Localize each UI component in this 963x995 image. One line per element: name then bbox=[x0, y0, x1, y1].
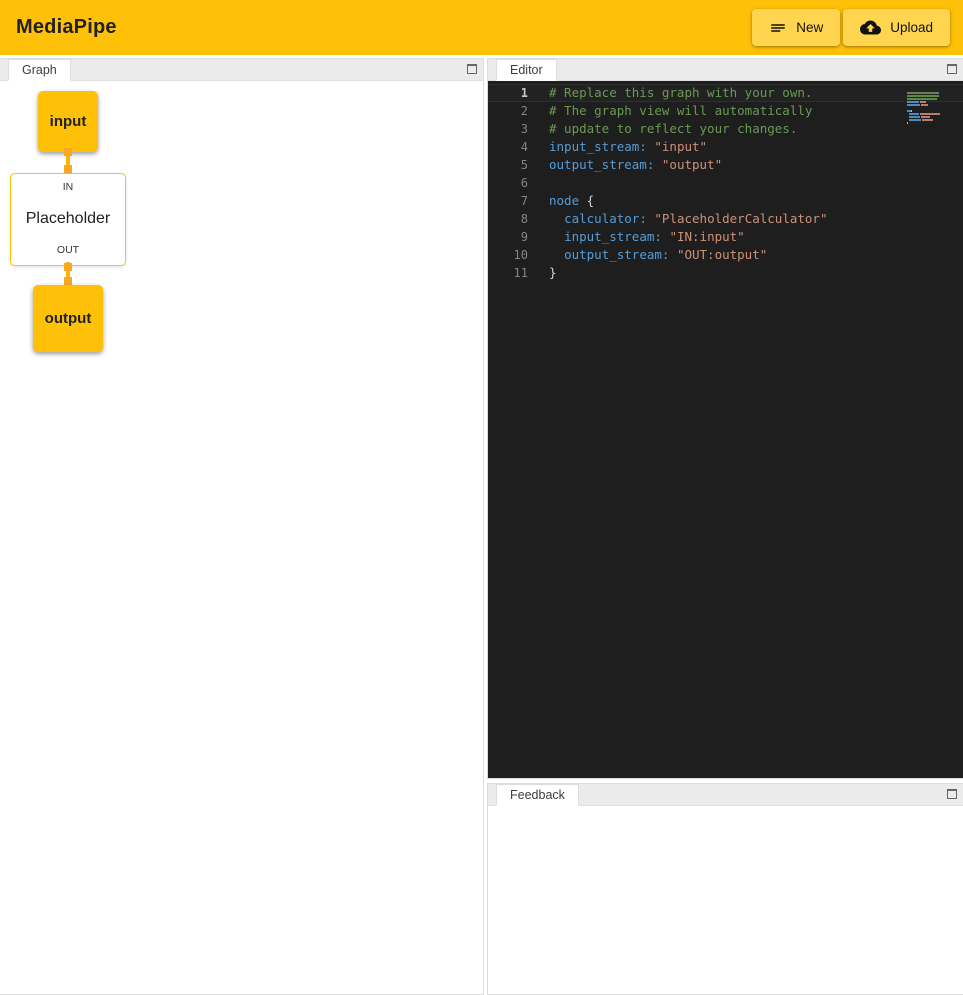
graph-node-placeholder[interactable]: IN Placeholder OUT bbox=[10, 173, 126, 266]
code-line[interactable]: 2# The graph view will automatically bbox=[488, 102, 963, 120]
editor-body[interactable]: 1# Replace this graph with your own.2# T… bbox=[488, 81, 963, 778]
editor-code: 1# Replace this graph with your own.2# T… bbox=[488, 84, 963, 282]
graph-tabstrip: Graph bbox=[0, 59, 483, 81]
code-line[interactable]: 5output_stream: "output" bbox=[488, 156, 963, 174]
menu-icon bbox=[769, 19, 787, 37]
feedback-body bbox=[488, 806, 963, 994]
code-line[interactable]: 3# update to reflect your changes. bbox=[488, 120, 963, 138]
cloud-upload-icon bbox=[860, 17, 881, 38]
placeholder-node-label: Placeholder bbox=[26, 210, 111, 228]
code-line[interactable]: 1# Replace this graph with your own. bbox=[488, 84, 963, 102]
editor-minimap[interactable] bbox=[907, 85, 949, 118]
code-line[interactable]: 11} bbox=[488, 264, 963, 282]
graph-node-input[interactable]: input bbox=[38, 91, 98, 152]
tab-graph[interactable]: Graph bbox=[8, 59, 71, 81]
upload-button[interactable]: Upload bbox=[843, 9, 950, 46]
graph-node-output-label: output bbox=[45, 310, 92, 327]
tab-feedback[interactable]: Feedback bbox=[496, 784, 579, 806]
line-number: 7 bbox=[488, 192, 528, 210]
placeholder-out-port: OUT bbox=[57, 244, 79, 256]
code-line[interactable]: 7node { bbox=[488, 192, 963, 210]
graph-panel: Graph input IN Placeholder OUT output bbox=[0, 58, 484, 995]
app-header: MediaPipe New Upload bbox=[0, 0, 963, 55]
edge-connector-dot bbox=[64, 148, 72, 156]
tab-editor[interactable]: Editor bbox=[496, 59, 557, 81]
code-line[interactable]: 8 calculator: "PlaceholderCalculator" bbox=[488, 210, 963, 228]
code-line[interactable]: 4input_stream: "input" bbox=[488, 138, 963, 156]
graph-canvas[interactable]: input IN Placeholder OUT output bbox=[0, 81, 483, 994]
edge-connector-dot bbox=[64, 263, 72, 271]
feedback-maximize-icon[interactable] bbox=[947, 789, 957, 799]
app-root: MediaPipe New Upload Graph input bbox=[0, 0, 963, 995]
code-line[interactable]: 10 output_stream: "OUT:output" bbox=[488, 246, 963, 264]
code-line[interactable]: 6 bbox=[488, 174, 963, 192]
app-title: MediaPipe bbox=[16, 16, 117, 39]
editor-maximize-icon[interactable] bbox=[947, 64, 957, 74]
graph-maximize-icon[interactable] bbox=[467, 64, 477, 74]
line-number: 4 bbox=[488, 138, 528, 156]
feedback-tabstrip: Feedback bbox=[488, 784, 963, 806]
upload-button-label: Upload bbox=[890, 20, 933, 35]
editor-panel: Editor 1# Replace this graph with your o… bbox=[487, 58, 963, 779]
line-number: 1 bbox=[488, 84, 528, 102]
line-number: 10 bbox=[488, 246, 528, 264]
code-line[interactable]: 9 input_stream: "IN:input" bbox=[488, 228, 963, 246]
header-actions: New Upload bbox=[752, 9, 950, 46]
edge-connector-dot bbox=[64, 165, 72, 173]
line-number: 3 bbox=[488, 120, 528, 138]
new-button[interactable]: New bbox=[752, 9, 840, 46]
line-number: 5 bbox=[488, 156, 528, 174]
editor-tabstrip: Editor bbox=[488, 59, 963, 81]
line-number: 11 bbox=[488, 264, 528, 282]
graph-node-output[interactable]: output bbox=[33, 285, 103, 352]
line-number: 8 bbox=[488, 210, 528, 228]
new-button-label: New bbox=[796, 20, 823, 35]
line-number: 9 bbox=[488, 228, 528, 246]
graph-node-input-label: input bbox=[50, 113, 87, 130]
line-number: 6 bbox=[488, 174, 528, 192]
placeholder-in-port: IN bbox=[63, 181, 74, 193]
line-number: 2 bbox=[488, 102, 528, 120]
edge-connector-dot bbox=[64, 277, 72, 285]
feedback-panel: Feedback bbox=[487, 783, 963, 995]
